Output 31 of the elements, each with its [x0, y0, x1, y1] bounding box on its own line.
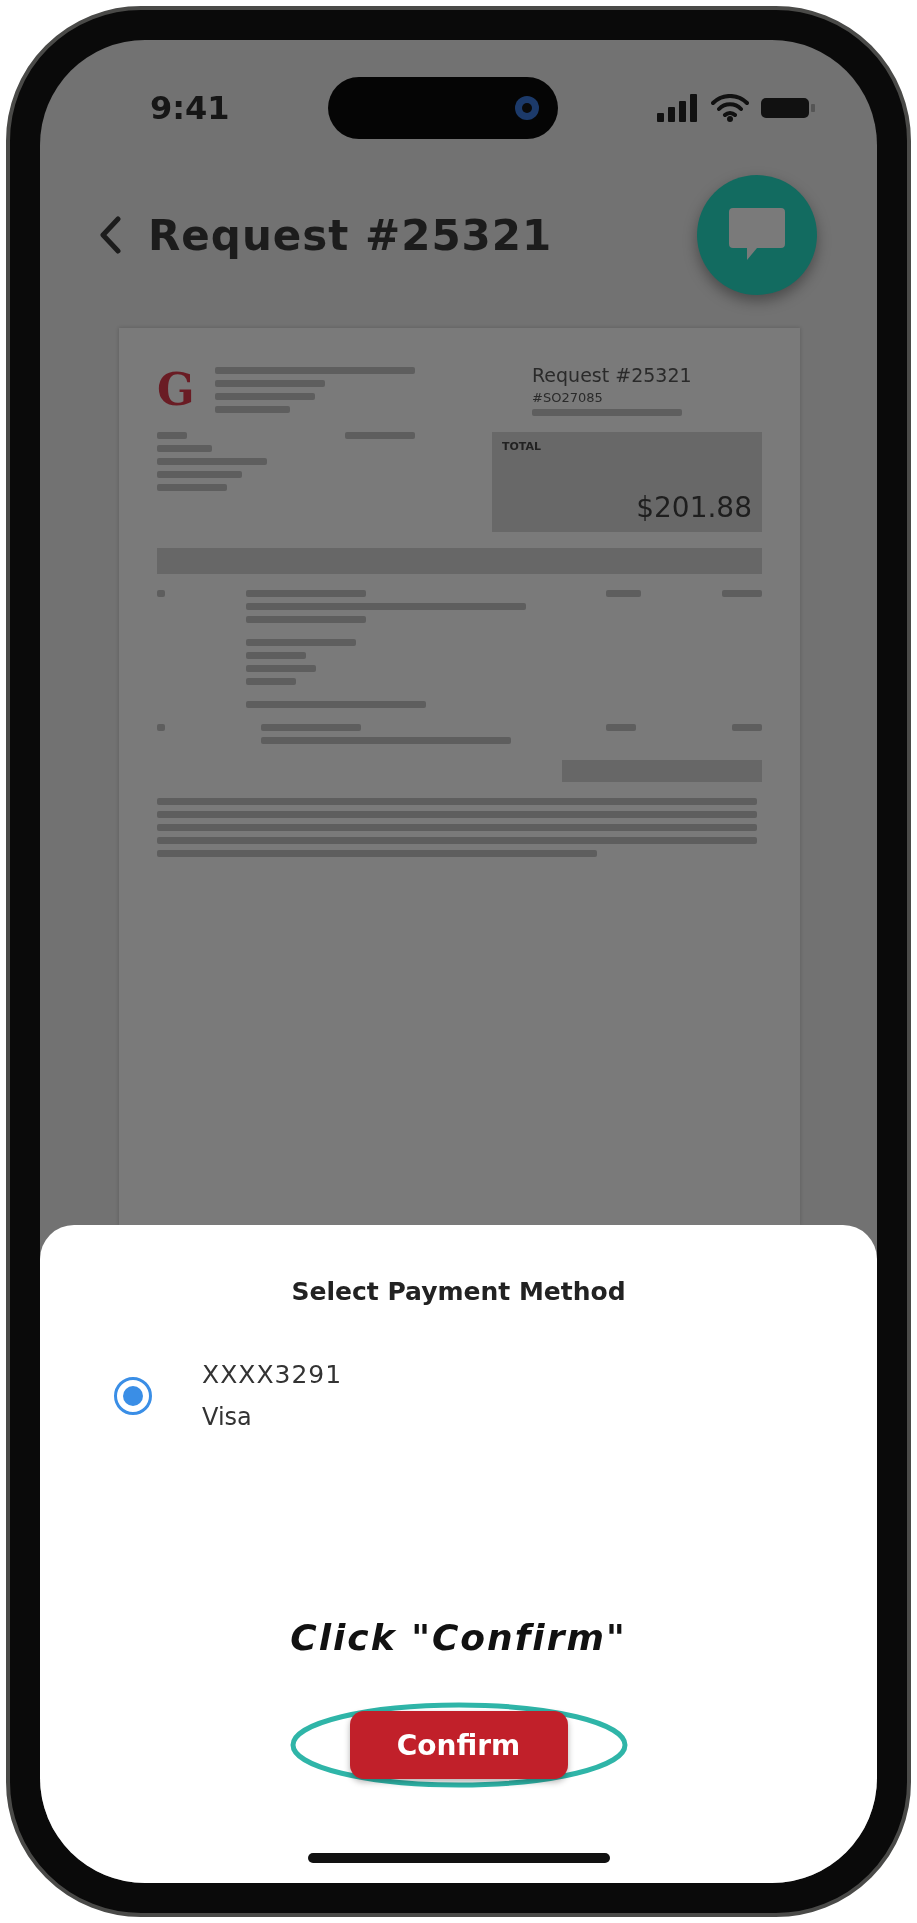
total-amount: $201.88: [636, 491, 752, 524]
blurred-text-line: [157, 432, 187, 439]
radio-button[interactable]: [114, 1376, 152, 1415]
blurred-text-line: [157, 484, 227, 491]
wifi-icon: [711, 94, 749, 122]
battery-icon: [761, 96, 815, 120]
annotation-text: Click "Confirm": [290, 1617, 627, 1658]
card-number: XXXX3291: [202, 1360, 343, 1389]
sheet-title: Select Payment Method: [291, 1277, 626, 1306]
page-title: Request #25321: [148, 210, 553, 260]
blurred-text-line: [344, 432, 415, 439]
blurred-text-line: [245, 665, 316, 672]
blurred-text-line: [606, 724, 637, 731]
status-time: 9:41: [150, 89, 230, 127]
blurred-text-line: [731, 724, 762, 731]
blurred-text-line: [245, 652, 306, 659]
camera-icon: [514, 95, 541, 121]
blurred-text-line: [721, 590, 762, 597]
blurred-text-line: [606, 590, 642, 597]
back-button[interactable]: [98, 216, 122, 254]
signal-icon: [657, 94, 699, 122]
blurred-text-line: [157, 590, 165, 597]
document-number: #SO27085: [532, 390, 604, 405]
total-label: TOTAL: [502, 440, 543, 453]
confirm-button[interactable]: Confirm: [349, 1711, 568, 1779]
blurred-text-line: [157, 445, 212, 452]
company-logo: G: [157, 364, 195, 415]
blurred-text-line: [245, 678, 296, 685]
card-brand: Visa: [202, 1403, 253, 1431]
document-title: Request #25321: [532, 364, 693, 386]
blurred-text-line: [157, 724, 165, 731]
